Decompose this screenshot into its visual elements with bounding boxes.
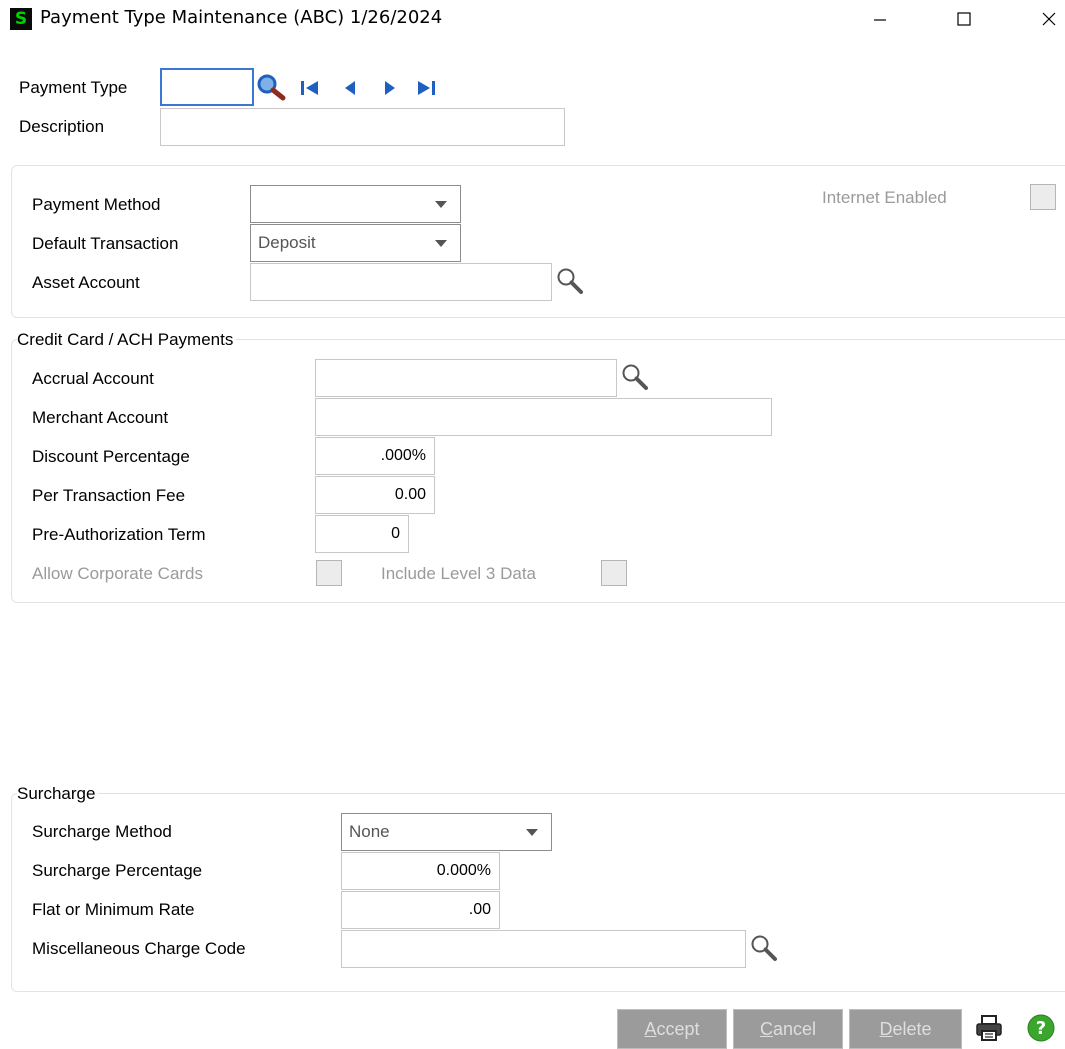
delete-mnemonic: D bbox=[879, 1019, 893, 1039]
accrual-account-label: Accrual Account bbox=[32, 369, 154, 388]
surcharge-method-select[interactable]: None bbox=[341, 813, 552, 851]
credit-card-group-title: Credit Card / ACH Payments bbox=[17, 330, 237, 350]
minimize-icon bbox=[874, 19, 886, 21]
first-record-icon[interactable] bbox=[298, 78, 322, 98]
chevron-down-icon bbox=[435, 200, 447, 208]
help-icon[interactable]: ? bbox=[1026, 1013, 1056, 1043]
merchant-account-input[interactable] bbox=[315, 398, 772, 436]
merchant-account-label: Merchant Account bbox=[32, 408, 169, 427]
next-record-icon[interactable] bbox=[380, 78, 400, 98]
include-level3-label: Include Level 3 Data bbox=[381, 564, 536, 583]
svg-text:?: ? bbox=[1036, 1018, 1046, 1039]
description-label: Description bbox=[19, 117, 105, 136]
flat-rate-label: Flat or Minimum Rate bbox=[32, 900, 195, 919]
surcharge-percentage-input[interactable] bbox=[341, 852, 500, 890]
default-transaction-label: Default Transaction bbox=[32, 234, 179, 253]
pre-auth-term-input[interactable] bbox=[315, 515, 409, 553]
delete-button[interactable]: Delete bbox=[849, 1009, 962, 1049]
maximize-icon bbox=[957, 12, 971, 26]
default-transaction-value: Deposit bbox=[258, 233, 316, 252]
misc-charge-code-input[interactable] bbox=[341, 930, 746, 968]
cancel-mnemonic: C bbox=[759, 1019, 773, 1039]
chevron-down-icon bbox=[435, 239, 447, 247]
description-input[interactable] bbox=[160, 108, 565, 146]
surcharge-method-label: Surcharge Method bbox=[32, 822, 172, 841]
payment-method-label: Payment Method bbox=[32, 195, 161, 214]
misc-charge-lookup-icon[interactable] bbox=[749, 933, 779, 963]
accrual-account-lookup-icon[interactable] bbox=[620, 362, 650, 392]
surcharge-percentage-label: Surcharge Percentage bbox=[32, 861, 203, 880]
allow-corporate-cards-label: Allow Corporate Cards bbox=[32, 564, 204, 583]
asset-account-lookup-icon[interactable] bbox=[555, 266, 585, 296]
close-icon bbox=[1042, 12, 1056, 26]
flat-rate-input[interactable] bbox=[341, 891, 500, 929]
pre-auth-term-label: Pre-Authorization Term bbox=[32, 525, 206, 544]
previous-record-icon[interactable] bbox=[340, 78, 360, 98]
payment-type-input[interactable] bbox=[160, 68, 254, 106]
app-logo-icon: S bbox=[10, 8, 32, 30]
misc-charge-code-label: Miscellaneous Charge Code bbox=[32, 939, 246, 958]
minimize-button[interactable] bbox=[857, 2, 903, 36]
close-button[interactable] bbox=[1026, 2, 1065, 36]
printer-icon[interactable] bbox=[974, 1013, 1004, 1043]
last-record-icon[interactable] bbox=[414, 78, 438, 98]
discount-percentage-label: Discount Percentage bbox=[32, 447, 190, 466]
payment-type-label: Payment Type bbox=[19, 78, 128, 97]
delete-label: elete bbox=[892, 1019, 932, 1039]
asset-account-label: Asset Account bbox=[32, 273, 140, 292]
include-level3-checkbox[interactable] bbox=[601, 560, 627, 586]
payment-type-lookup-icon[interactable] bbox=[255, 72, 287, 102]
discount-percentage-input[interactable] bbox=[315, 437, 435, 475]
payment-method-select[interactable] bbox=[250, 185, 461, 223]
chevron-down-icon bbox=[526, 828, 538, 836]
internet-enabled-label: Internet Enabled bbox=[822, 188, 947, 207]
per-transaction-fee-label: Per Transaction Fee bbox=[32, 486, 186, 505]
per-transaction-fee-input[interactable] bbox=[315, 476, 435, 514]
default-transaction-select[interactable]: Deposit bbox=[250, 224, 461, 262]
accept-button[interactable]: Accept bbox=[617, 1009, 727, 1049]
asset-account-input[interactable] bbox=[250, 263, 552, 301]
allow-corporate-cards-checkbox[interactable] bbox=[316, 560, 342, 586]
accrual-account-input[interactable] bbox=[315, 359, 617, 397]
surcharge-group-title: Surcharge bbox=[17, 784, 99, 804]
cancel-button[interactable]: Cancel bbox=[733, 1009, 843, 1049]
surcharge-method-value: None bbox=[349, 822, 390, 841]
accept-mnemonic: A bbox=[644, 1019, 657, 1039]
window-title: Payment Type Maintenance (ABC) 1/26/2024 bbox=[40, 7, 443, 28]
maximize-button[interactable] bbox=[941, 2, 987, 36]
accept-label: ccept bbox=[656, 1019, 700, 1039]
internet-enabled-checkbox[interactable] bbox=[1030, 184, 1056, 210]
cancel-label: ancel bbox=[772, 1019, 817, 1039]
